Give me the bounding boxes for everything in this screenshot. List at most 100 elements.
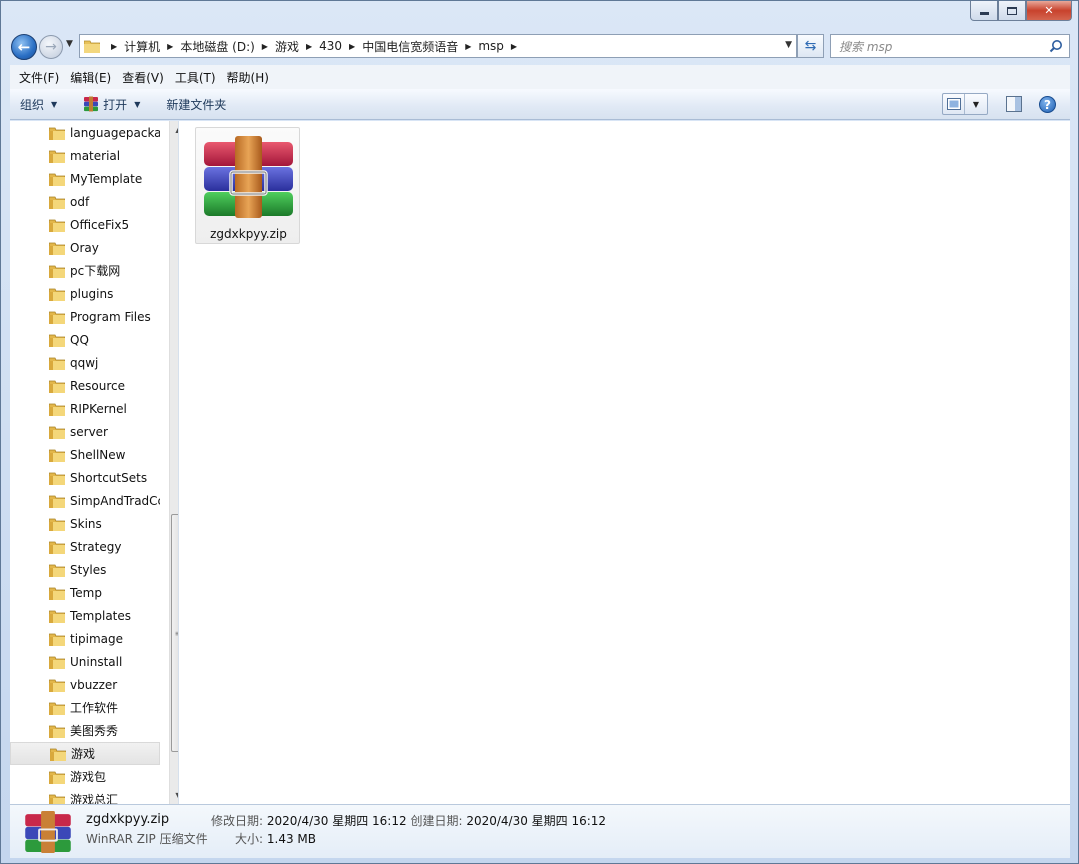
breadcrumb-separator-icon[interactable]: ▶: [465, 42, 471, 51]
breadcrumb-separator-icon[interactable]: ▶: [349, 42, 355, 51]
nav-tree-item[interactable]: Styles: [10, 558, 160, 581]
breadcrumb-item[interactable]: 中国电信宽频语音: [362, 38, 458, 55]
menu-file[interactable]: 文件(F): [14, 69, 64, 86]
folder-icon: [49, 633, 65, 646]
folder-icon: [49, 196, 65, 209]
menu-view[interactable]: 查看(V): [117, 69, 169, 86]
nav-tree-item[interactable]: Oray: [10, 236, 160, 259]
created-label: 创建日期:: [410, 814, 463, 828]
nav-tree-item[interactable]: SimpAndTradCc: [10, 489, 160, 512]
change-view-button[interactable]: ▼: [942, 93, 988, 115]
nav-tree-item[interactable]: 游戏总汇: [10, 788, 160, 804]
view-dropdown-icon[interactable]: ▼: [965, 100, 987, 109]
nav-tree-item[interactable]: Strategy: [10, 535, 160, 558]
breadcrumb-item[interactable]: 本地磁盘 (D:): [180, 38, 254, 55]
file-item[interactable]: zgdxkpyy.zip: [195, 127, 300, 244]
nav-item-label: Resource: [70, 378, 126, 393]
breadcrumb-separator-icon[interactable]: ▶: [167, 42, 173, 51]
preview-pane-icon[interactable]: [1006, 96, 1022, 112]
modified-value: 2020/4/30 星期四 16:12: [266, 814, 407, 828]
nav-tree-item[interactable]: Temp: [10, 581, 160, 604]
nav-tree-item[interactable]: 工作软件: [10, 696, 160, 719]
folder-icon: [49, 702, 65, 715]
nav-tree-item[interactable]: 游戏包: [10, 765, 160, 788]
breadcrumb-item[interactable]: 游戏: [275, 38, 299, 55]
chevron-down-icon: ▼: [51, 99, 58, 109]
back-button[interactable]: ←: [11, 34, 37, 60]
maximize-button[interactable]: [998, 1, 1026, 21]
nav-tree-item[interactable]: QQ: [10, 328, 160, 351]
nav-tree-item[interactable]: tipimage: [10, 627, 160, 650]
folder-icon: [49, 334, 65, 347]
folder-icon: [49, 518, 65, 531]
folder-icon: [49, 426, 65, 439]
organize-button[interactable]: 组织 ▼: [20, 96, 57, 113]
scroll-thumb[interactable]: ≡: [171, 514, 178, 752]
menu-edit[interactable]: 编辑(E): [65, 69, 116, 86]
nav-item-label: ShellNew: [70, 447, 126, 462]
search-icon[interactable]: [1049, 39, 1063, 53]
nav-tree-item[interactable]: ShellNew: [10, 443, 160, 466]
open-button[interactable]: 打开 ▼: [83, 96, 140, 113]
new-folder-label: 新建文件夹: [166, 97, 227, 112]
menu-tools[interactable]: 工具(T): [170, 69, 221, 86]
nav-tree-item[interactable]: RIPKernel: [10, 397, 160, 420]
nav-tree-item[interactable]: vbuzzer: [10, 673, 160, 696]
refresh-button[interactable]: ⇆: [797, 34, 824, 58]
nav-item-label: Uninstall: [70, 654, 123, 669]
nav-tree-item[interactable]: ShortcutSets: [10, 466, 160, 489]
scroll-down-icon[interactable]: ▼: [170, 787, 178, 804]
help-button[interactable]: ?: [1039, 96, 1056, 113]
nav-tree-item[interactable]: pc下载网: [10, 259, 160, 282]
breadcrumb-separator-icon[interactable]: ▶: [111, 42, 117, 51]
winrar-small-icon: [84, 96, 99, 112]
close-button[interactable]: ✕: [1026, 1, 1072, 21]
minimize-button[interactable]: [970, 1, 998, 21]
nav-tree-item[interactable]: languagepacka: [10, 121, 160, 144]
nav-tree-item[interactable]: Resource: [10, 374, 160, 397]
created-value: 2020/4/30 星期四 16:12: [466, 814, 607, 828]
breadcrumb-separator-icon[interactable]: ▶: [306, 42, 312, 51]
nav-tree-item[interactable]: OfficeFix5: [10, 213, 160, 236]
breadcrumb-item[interactable]: msp: [478, 39, 504, 53]
nav-item-label: 美图秀秀: [70, 724, 119, 738]
nav-scrollbar[interactable]: ▲ ≡ ▼: [169, 121, 178, 804]
forward-arrow-icon: →: [45, 39, 57, 55]
menu-help[interactable]: 帮助(H): [222, 69, 274, 86]
address-dropdown-icon[interactable]: ▼: [785, 40, 792, 50]
winrar-archive-icon: [25, 811, 71, 853]
breadcrumb-item[interactable]: 计算机: [124, 38, 160, 55]
folder-icon: [49, 472, 65, 485]
address-bar[interactable]: ▶ 计算机 ▶ 本地磁盘 (D:) ▶ 游戏 ▶ 430 ▶ 中国电信宽频语音 ▶ msp ▶ ▼: [79, 34, 797, 58]
file-list: zgdxkpyy.zip: [178, 121, 1070, 804]
breadcrumb-item[interactable]: 430: [319, 39, 342, 53]
size-label: 大小:: [235, 832, 264, 846]
nav-tree-item[interactable]: Skins: [10, 512, 160, 535]
nav-tree-item[interactable]: 美图秀秀: [10, 719, 160, 742]
new-folder-button[interactable]: 新建文件夹: [166, 96, 226, 113]
forward-button[interactable]: →: [39, 35, 63, 59]
search-input[interactable]: 搜索 msp: [830, 34, 1070, 58]
nav-tree-item[interactable]: plugins: [10, 282, 160, 305]
winrar-archive-icon: [204, 136, 293, 218]
search-placeholder: 搜索 msp: [839, 39, 893, 54]
nav-tree-item[interactable]: Program Files: [10, 305, 160, 328]
back-arrow-icon: ←: [17, 38, 31, 56]
nav-tree-item[interactable]: MyTemplate: [10, 167, 160, 190]
recent-pages-dropdown[interactable]: ▼: [66, 39, 73, 49]
nav-tree-item[interactable]: server: [10, 420, 160, 443]
nav-tree-item[interactable]: qqwj: [10, 351, 160, 374]
nav-tree-item[interactable]: odf: [10, 190, 160, 213]
folder-icon: [49, 357, 65, 370]
navigation-pane: 游戏总汇 游戏包 游戏 美图秀秀 工作软件 vbuzzer Uninstall tipimag…: [10, 121, 178, 804]
folder-icon: [50, 748, 66, 761]
nav-tree-item[interactable]: Templates: [10, 604, 160, 627]
folder-icon: [49, 449, 65, 462]
nav-tree-item[interactable]: Uninstall: [10, 650, 160, 673]
scroll-up-icon[interactable]: ▲: [170, 121, 178, 138]
breadcrumb-separator-icon[interactable]: ▶: [262, 42, 268, 51]
nav-tree-item[interactable]: material: [10, 144, 160, 167]
nav-tree-item[interactable]: 游戏: [10, 742, 160, 765]
breadcrumb-separator-icon[interactable]: ▶: [511, 42, 517, 51]
nav-item-label: 游戏包: [70, 770, 107, 784]
